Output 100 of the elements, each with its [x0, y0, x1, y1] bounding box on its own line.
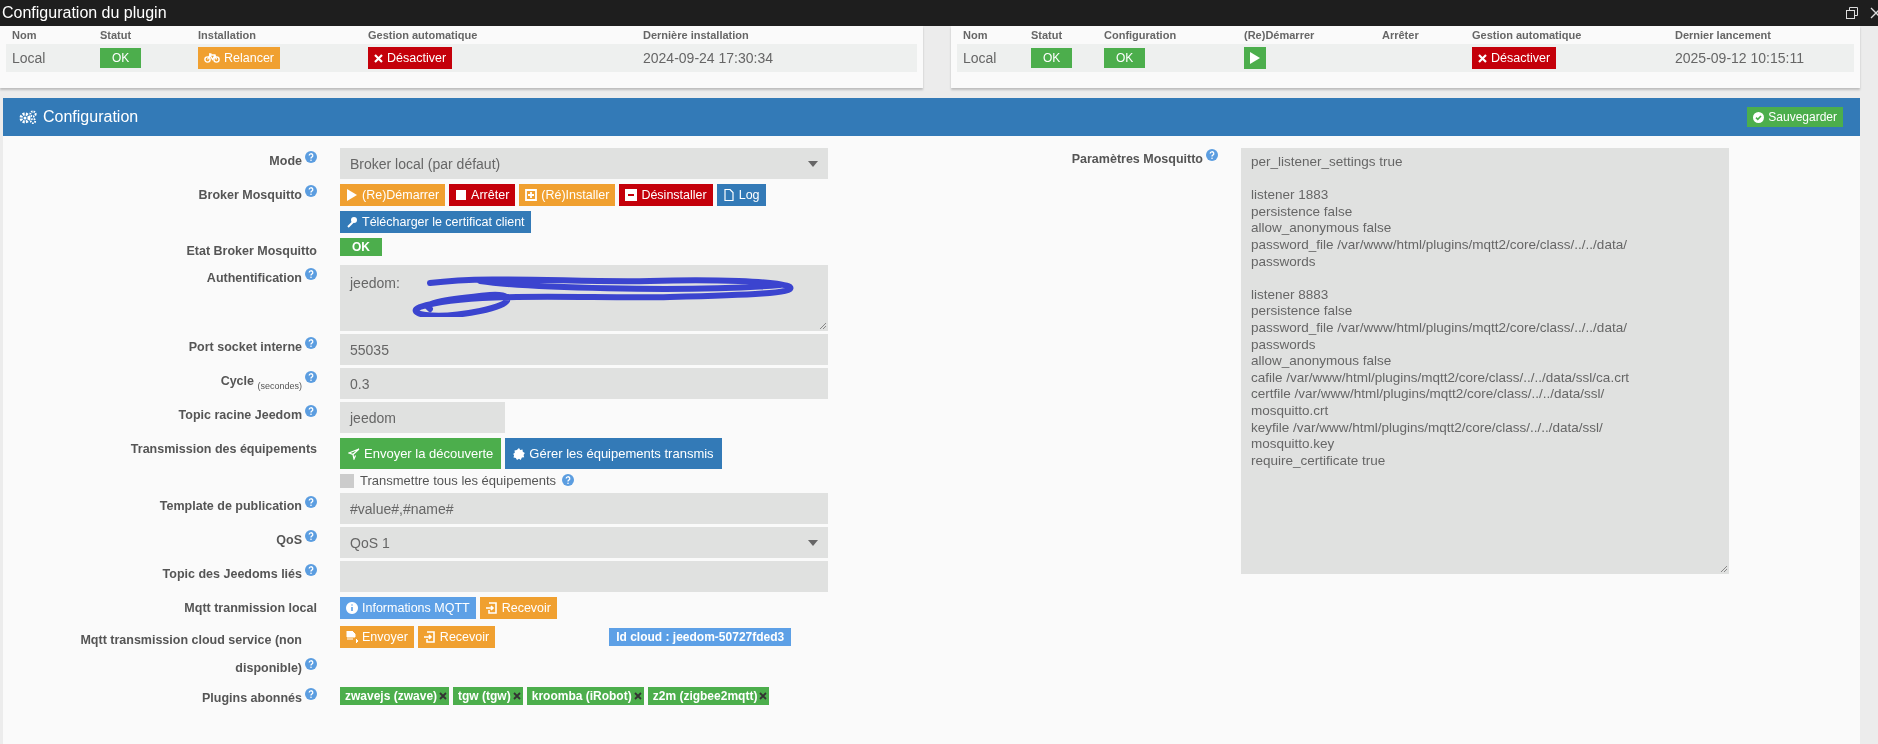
help-icon[interactable] [305, 530, 317, 542]
field-label: Etat Broker Mosquitto [186, 243, 317, 260]
close-icon [374, 53, 383, 63]
resize-grip-icon[interactable] [1721, 566, 1727, 572]
action-button[interactable]: Informations MQTT [340, 597, 476, 619]
column-header: Gestion automatique [367, 28, 479, 43]
column-header: Gestion automatique [1471, 28, 1583, 43]
remove-icon[interactable] [633, 692, 642, 700]
status-label: OK [100, 48, 142, 68]
field-label: Cycle $_{(secondes)}$ [220, 373, 302, 393]
config-line: allow_anonymous false [1251, 353, 1393, 370]
table-button[interactable]: Désactiver [1472, 47, 1557, 69]
help-icon[interactable] [305, 405, 317, 417]
paper-plane-icon [348, 447, 360, 460]
file-icon [722, 189, 735, 201]
action-button[interactable]: Gérer les équipements transmis [505, 438, 722, 469]
column-header: Arrêter [1381, 28, 1420, 43]
file-export-icon [346, 631, 358, 643]
field-label: Topic racine Jeedom [178, 407, 302, 424]
play-icon [1250, 52, 1260, 64]
play-button[interactable] [1244, 47, 1266, 69]
save-button[interactable]: Sauvegarder [1747, 107, 1843, 127]
column-header: (Re)Démarrer [1243, 28, 1316, 43]
help-icon[interactable] [305, 268, 317, 280]
config-line: passwords [1251, 253, 1317, 271]
remove-icon[interactable] [512, 692, 521, 700]
help-icon[interactable] [562, 474, 575, 486]
caret-icon [808, 539, 818, 546]
sign-in-icon [485, 602, 498, 614]
help-icon[interactable] [305, 185, 317, 197]
text-area[interactable] [1241, 148, 1729, 574]
table-cell: Local [12, 50, 46, 66]
field-label: Topic des Jeedoms liés [162, 566, 302, 583]
remove-icon[interactable] [759, 692, 768, 700]
resize-grip-icon[interactable] [820, 323, 826, 329]
config-line: certfile /var/www/html/plugins/mqtt2/core/class/../../data/ssl/ [1251, 386, 1606, 403]
action-button[interactable]: Désinstaller [619, 184, 713, 206]
field-label: QoS [276, 532, 302, 549]
stop-icon [455, 189, 468, 201]
plugin-tag[interactable]: tgw (tgw) [453, 687, 523, 705]
action-button[interactable]: Envoyer la découverte [340, 438, 502, 469]
panel-title: Configuration [43, 108, 140, 126]
action-button[interactable]: Log [716, 184, 766, 206]
column-header: Nom [962, 28, 989, 43]
gears-icon [19, 110, 37, 124]
config-line: require_certificate true [1251, 452, 1387, 470]
caret-icon [808, 160, 818, 167]
gear-icon [513, 447, 526, 460]
config-line: password_file /var/www/html/plugins/mqtt2/core/class/../../data/ [1251, 319, 1628, 337]
play-icon [346, 189, 358, 201]
restore-icon[interactable] [1846, 7, 1858, 19]
field-label: Port socket interne [188, 339, 302, 356]
cloud-id-badge: Id cloud : jeedom-50727fded3 [609, 628, 792, 646]
config-line: mosquitto.key [1251, 436, 1336, 453]
table-cell: 2024-09-24 17:30:34 [643, 50, 773, 66]
table-cell: Local [963, 50, 997, 66]
config-line: password_file /var/www/html/plugins/mqtt2/core/class/../../data/ [1251, 236, 1628, 254]
checkbox[interactable] [340, 473, 354, 488]
help-icon[interactable] [305, 496, 317, 508]
checkbox-label: Transmettre tous les équipements [360, 473, 557, 488]
config-line: allow_anonymous false [1251, 220, 1393, 237]
table-button[interactable]: Désactiver [368, 47, 453, 69]
input-field[interactable] [340, 561, 828, 592]
remove-icon[interactable] [439, 692, 448, 700]
help-icon[interactable] [305, 371, 317, 383]
config-line: persistence false [1251, 203, 1354, 221]
close-icon [1478, 53, 1487, 63]
help-icon[interactable] [1206, 149, 1218, 161]
input-field[interactable]: 0.3 [340, 368, 828, 399]
help-icon[interactable] [305, 658, 317, 670]
field-label: Authentification [206, 270, 302, 287]
field-label: Paramètres Mosquitto [1071, 151, 1203, 168]
column-header: Configuration [1103, 28, 1178, 43]
config-line: listener 8883 [1251, 286, 1330, 304]
help-icon[interactable] [305, 564, 317, 576]
status-label: OK [1104, 48, 1146, 68]
input-field[interactable]: 55035 [340, 334, 828, 365]
select-field[interactable]: QoS 1 [340, 527, 828, 558]
sign-in-icon [423, 631, 436, 643]
config-line: cafile /var/www/html/plugins/mqtt2/core/class/../../data/ssl/ca.crt [1251, 369, 1631, 387]
input-field[interactable]: jeedom [340, 402, 505, 433]
field-label: Plugins abonnés [202, 690, 302, 707]
select-field[interactable]: Broker local (par défaut) [340, 148, 828, 179]
help-icon[interactable] [305, 337, 317, 349]
column-header: Dernière installation [642, 28, 750, 43]
plugin-tag[interactable]: zwavejs (zwave) [340, 687, 450, 705]
plugin-tag[interactable]: z2m (zigbee2mqtt) [647, 687, 770, 705]
help-icon[interactable] [305, 151, 317, 163]
plugin-tag[interactable]: kroomba (iRobot) [526, 687, 644, 705]
status-label: OK [1031, 48, 1073, 68]
close-icon[interactable] [1870, 7, 1878, 19]
input-field[interactable]: #value#,#name# [340, 493, 828, 524]
text-area[interactable]: jeedom: [340, 265, 828, 331]
action-button[interactable]: Télécharger le certificat client [340, 211, 531, 233]
action-button[interactable]: Arrêter [449, 184, 516, 206]
config-line: persistence false [1251, 303, 1354, 320]
table-cell: 2025-09-12 10:15:11 [1675, 50, 1804, 66]
column-header: Dernier lancement [1674, 28, 1772, 43]
help-icon[interactable] [305, 688, 317, 700]
field-label: Mqtt tranmission local [184, 600, 317, 617]
